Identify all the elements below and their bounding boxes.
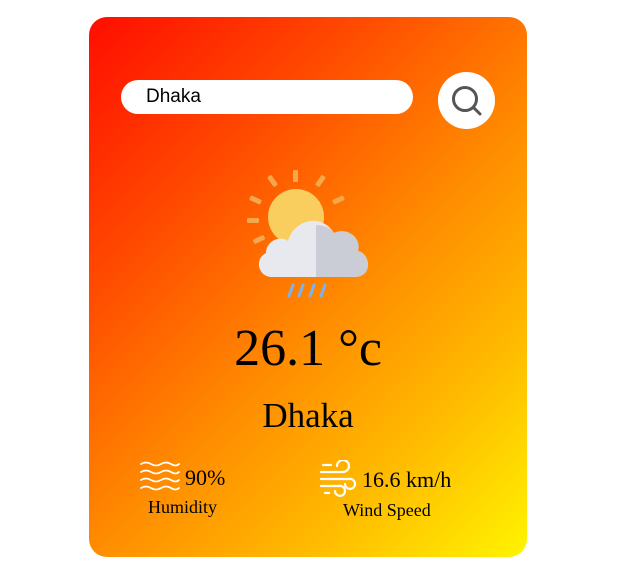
wind-label: Wind Speed (343, 500, 431, 520)
weather-card: 26.1 °c Dhaka 90% Humidity 16.6 km/h Win… (89, 17, 527, 557)
search-input[interactable] (121, 80, 413, 114)
humidity-value: 90% (185, 465, 226, 490)
humidity-label: Humidity (148, 497, 218, 517)
sun-cloud-rain-icon (247, 170, 368, 298)
humidity-waves-icon (140, 461, 180, 491)
wind-icon (319, 460, 357, 497)
wind-value: 16.6 km/h (362, 467, 452, 492)
search-icon (451, 85, 481, 115)
search-button[interactable] (438, 72, 495, 129)
city-name: Dhaka (262, 396, 354, 435)
temperature: 26.1 °c (234, 320, 382, 377)
